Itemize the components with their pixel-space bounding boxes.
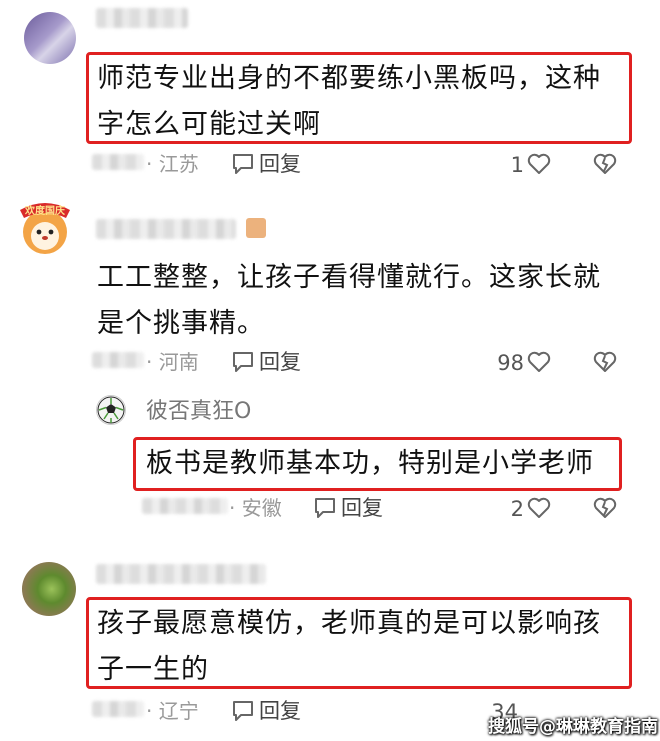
location-label: · 辽宁 [146, 699, 199, 723]
timestamp-blurred [92, 154, 144, 170]
timestamp-blurred [92, 352, 144, 368]
reply-icon[interactable] [312, 495, 338, 525]
username-blurred[interactable] [96, 8, 188, 28]
like-count: 98 [497, 351, 524, 375]
comment-text: 板书是教师基本功，特别是小学老师 [146, 448, 594, 479]
like-heart-icon[interactable] [526, 151, 552, 181]
like-count: 1 [510, 153, 524, 177]
timestamp-blurred [142, 498, 228, 514]
location-label: · 江苏 [146, 152, 199, 176]
comment-text: 工工整整，让孩子看得懂就行。这家长就是个挑事精。 [97, 262, 601, 339]
reply-button[interactable]: 回复 [259, 152, 301, 176]
holiday-badge: 欢度国庆 [25, 206, 65, 217]
comment-text: 孩子最愿意模仿，老师真的是可以影响孩子一生的 [97, 608, 601, 685]
avatar[interactable] [24, 12, 76, 64]
reply-button[interactable]: 回复 [341, 496, 383, 520]
user-badge-icon [246, 218, 266, 238]
comment-text: 师范专业出身的不都要练小黑板吗，这种字怎么可能过关啊 [97, 63, 601, 140]
avatar[interactable] [96, 395, 126, 425]
reply-icon[interactable] [230, 698, 256, 728]
reply-icon[interactable] [230, 151, 256, 181]
like-heart-icon[interactable] [526, 495, 552, 525]
reply-button[interactable]: 回复 [259, 350, 301, 374]
location-label: · 安徽 [229, 496, 282, 520]
reply-button[interactable]: 回复 [259, 699, 301, 723]
username-blurred[interactable] [96, 564, 266, 584]
timestamp-blurred [92, 701, 144, 717]
reply-icon[interactable] [230, 349, 256, 379]
dislike-broken-heart-icon[interactable] [592, 495, 618, 525]
username-blurred[interactable] [96, 219, 236, 239]
reply-username[interactable]: 彼否真狂O [146, 399, 251, 425]
like-heart-icon[interactable] [526, 349, 552, 379]
watermark-label: 搜狐号@琳琳教育指南 [488, 717, 658, 737]
dislike-broken-heart-icon[interactable] [592, 151, 618, 181]
avatar[interactable] [22, 562, 76, 616]
like-count: 2 [510, 497, 524, 521]
dislike-broken-heart-icon[interactable] [592, 349, 618, 379]
location-label: · 河南 [146, 350, 199, 374]
